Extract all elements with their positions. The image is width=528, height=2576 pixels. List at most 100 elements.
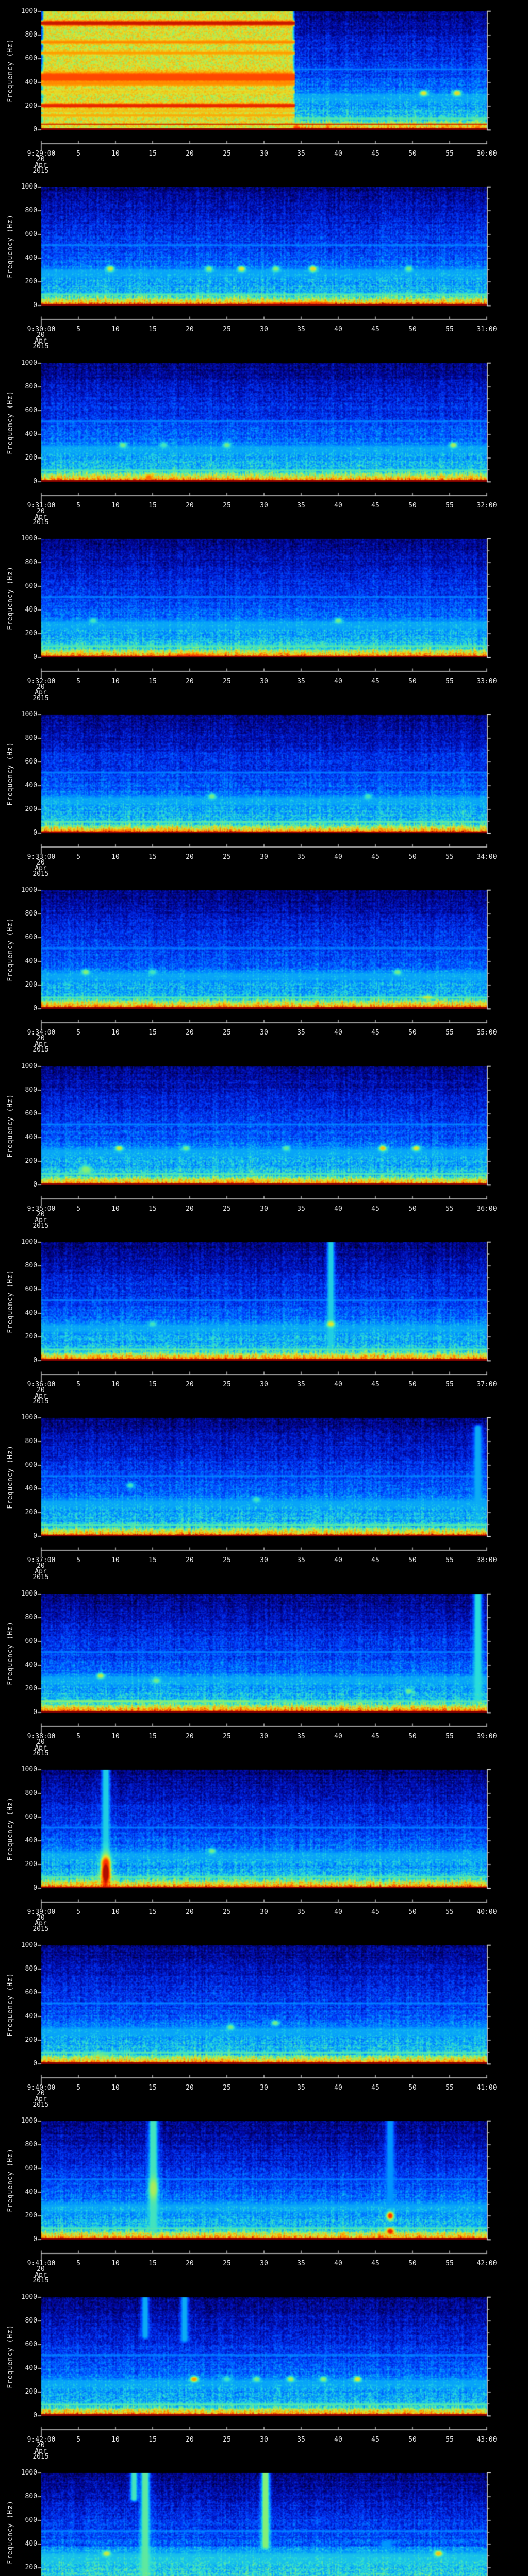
x-tick-label: 20 bbox=[186, 150, 194, 158]
x-tick-label: 25 bbox=[223, 1908, 231, 1916]
x-tick-label: 25 bbox=[223, 2084, 231, 2092]
x-tick-label: 5 bbox=[76, 1205, 80, 1213]
x-tick-label: 45 bbox=[371, 1733, 380, 1740]
y-tick-label: 400 bbox=[25, 78, 37, 86]
x-tick-label: 40 bbox=[334, 677, 342, 685]
x-end-time-label: 33:00 bbox=[476, 677, 497, 685]
x-tick-label: 25 bbox=[223, 853, 231, 861]
date-label: 2015 bbox=[32, 1222, 49, 1230]
spectrogram-canvas bbox=[0, 1758, 528, 1934]
y-tick-label: 1000 bbox=[21, 886, 37, 894]
x-tick-label: 25 bbox=[223, 1205, 231, 1213]
x-tick-label: 35 bbox=[297, 2260, 305, 2267]
y-tick-label: 200 bbox=[25, 805, 37, 813]
x-tick-label: 20 bbox=[186, 677, 194, 685]
x-tick-label: 45 bbox=[371, 326, 380, 333]
spectrogram-canvas bbox=[0, 1583, 528, 1758]
x-end-time-label: 31:00 bbox=[476, 326, 497, 333]
x-tick-label: 50 bbox=[408, 326, 417, 333]
y-tick-label: 800 bbox=[25, 207, 37, 214]
y-tick-label: 1000 bbox=[21, 359, 37, 367]
y-tick-label: 1000 bbox=[21, 183, 37, 191]
y-tick-label: 0 bbox=[33, 478, 37, 485]
y-tick-label: 200 bbox=[25, 2388, 37, 2396]
y-tick-label: 200 bbox=[25, 1509, 37, 1516]
y-tick-label: 400 bbox=[25, 2364, 37, 2372]
y-tick-label: 200 bbox=[25, 454, 37, 462]
x-tick-label: 35 bbox=[297, 1733, 305, 1740]
x-tick-label: 50 bbox=[408, 1556, 417, 1564]
y-tick-label: 600 bbox=[25, 1813, 37, 1821]
y-tick-label: 600 bbox=[25, 2164, 37, 2172]
x-tick-label: 35 bbox=[297, 1029, 305, 1037]
x-tick-label: 45 bbox=[371, 1205, 380, 1213]
x-tick-label: 20 bbox=[186, 502, 194, 510]
x-tick-label: 25 bbox=[223, 1029, 231, 1037]
y-tick-label: 0 bbox=[33, 1005, 37, 1012]
x-tick-label: 10 bbox=[111, 2084, 120, 2092]
x-tick-label: 15 bbox=[148, 1908, 157, 1916]
y-tick-label: 800 bbox=[25, 1614, 37, 1621]
x-tick-label: 40 bbox=[334, 150, 342, 158]
x-tick-label: 30 bbox=[260, 326, 268, 333]
x-tick-label: 40 bbox=[334, 1205, 342, 1213]
y-tick-label: 600 bbox=[25, 934, 37, 941]
spectrogram-panel-7: Frequency (Hz) 0 200 400 600 800 1000 9:35:00 5 1… bbox=[0, 1055, 528, 1231]
y-axis-title: Frequency (Hz) bbox=[6, 566, 14, 630]
y-axis-title: Frequency (Hz) bbox=[6, 1445, 14, 1509]
x-tick-label: 30 bbox=[260, 2084, 268, 2092]
spectrogram-panel-2: Frequency (Hz) 0 200 400 600 800 1000 9:30:00 5 1… bbox=[0, 176, 528, 352]
x-tick-label: 25 bbox=[223, 1381, 231, 1388]
y-tick-label: 0 bbox=[33, 653, 37, 661]
spectrogram-canvas bbox=[0, 2462, 528, 2576]
x-tick-label: 5 bbox=[76, 326, 80, 333]
x-tick-label: 5 bbox=[76, 1908, 80, 1916]
x-end-time-label: 34:00 bbox=[476, 853, 497, 861]
x-end-time-label: 43:00 bbox=[476, 2436, 497, 2444]
y-tick-label: 600 bbox=[25, 1285, 37, 1293]
x-tick-label: 20 bbox=[186, 1556, 194, 1564]
y-tick-label: 800 bbox=[25, 734, 37, 742]
y-tick-label: 600 bbox=[25, 55, 37, 62]
x-tick-label: 40 bbox=[334, 1029, 342, 1037]
x-tick-label: 10 bbox=[111, 1908, 120, 1916]
x-tick-label: 10 bbox=[111, 853, 120, 861]
x-tick-label: 50 bbox=[408, 1733, 417, 1740]
y-tick-label: 200 bbox=[25, 2564, 37, 2571]
x-tick-label: 5 bbox=[76, 150, 80, 158]
x-tick-label: 5 bbox=[76, 1029, 80, 1037]
x-tick-label: 15 bbox=[148, 1381, 157, 1388]
spectrogram-canvas bbox=[0, 2110, 528, 2285]
x-tick-label: 15 bbox=[148, 502, 157, 510]
x-end-time-label: 39:00 bbox=[476, 1733, 497, 1740]
y-tick-label: 0 bbox=[33, 1708, 37, 1716]
x-end-time-label: 41:00 bbox=[476, 2084, 497, 2092]
y-tick-label: 0 bbox=[33, 126, 37, 133]
y-tick-label: 800 bbox=[25, 1789, 37, 1797]
y-tick-label: 600 bbox=[25, 1461, 37, 1469]
y-tick-label: 1000 bbox=[21, 1766, 37, 1773]
date-label: 2015 bbox=[32, 694, 49, 702]
x-tick-label: 15 bbox=[148, 326, 157, 333]
x-tick-label: 15 bbox=[148, 677, 157, 685]
x-tick-label: 10 bbox=[111, 150, 120, 158]
spectrogram-panel-3: Frequency (Hz) 0 200 400 600 800 1000 9:31:00 5 1… bbox=[0, 352, 528, 528]
y-axis-title: Frequency (Hz) bbox=[6, 2325, 14, 2388]
spectrogram-canvas bbox=[0, 0, 528, 176]
x-tick-label: 50 bbox=[408, 2260, 417, 2267]
x-tick-label: 45 bbox=[371, 1381, 380, 1388]
y-tick-label: 200 bbox=[25, 2212, 37, 2219]
y-tick-label: 400 bbox=[25, 1837, 37, 1844]
x-tick-label: 35 bbox=[297, 502, 305, 510]
x-tick-label: 30 bbox=[260, 2436, 268, 2444]
y-tick-label: 200 bbox=[25, 630, 37, 637]
x-tick-label: 20 bbox=[186, 326, 194, 333]
x-tick-label: 15 bbox=[148, 1556, 157, 1564]
x-tick-label: 50 bbox=[408, 1908, 417, 1916]
x-tick-label: 30 bbox=[260, 1381, 268, 1388]
x-tick-label: 30 bbox=[260, 150, 268, 158]
y-tick-label: 600 bbox=[25, 758, 37, 766]
y-tick-label: 0 bbox=[33, 1357, 37, 1364]
x-tick-label: 25 bbox=[223, 1733, 231, 1740]
x-tick-label: 25 bbox=[223, 2436, 231, 2444]
